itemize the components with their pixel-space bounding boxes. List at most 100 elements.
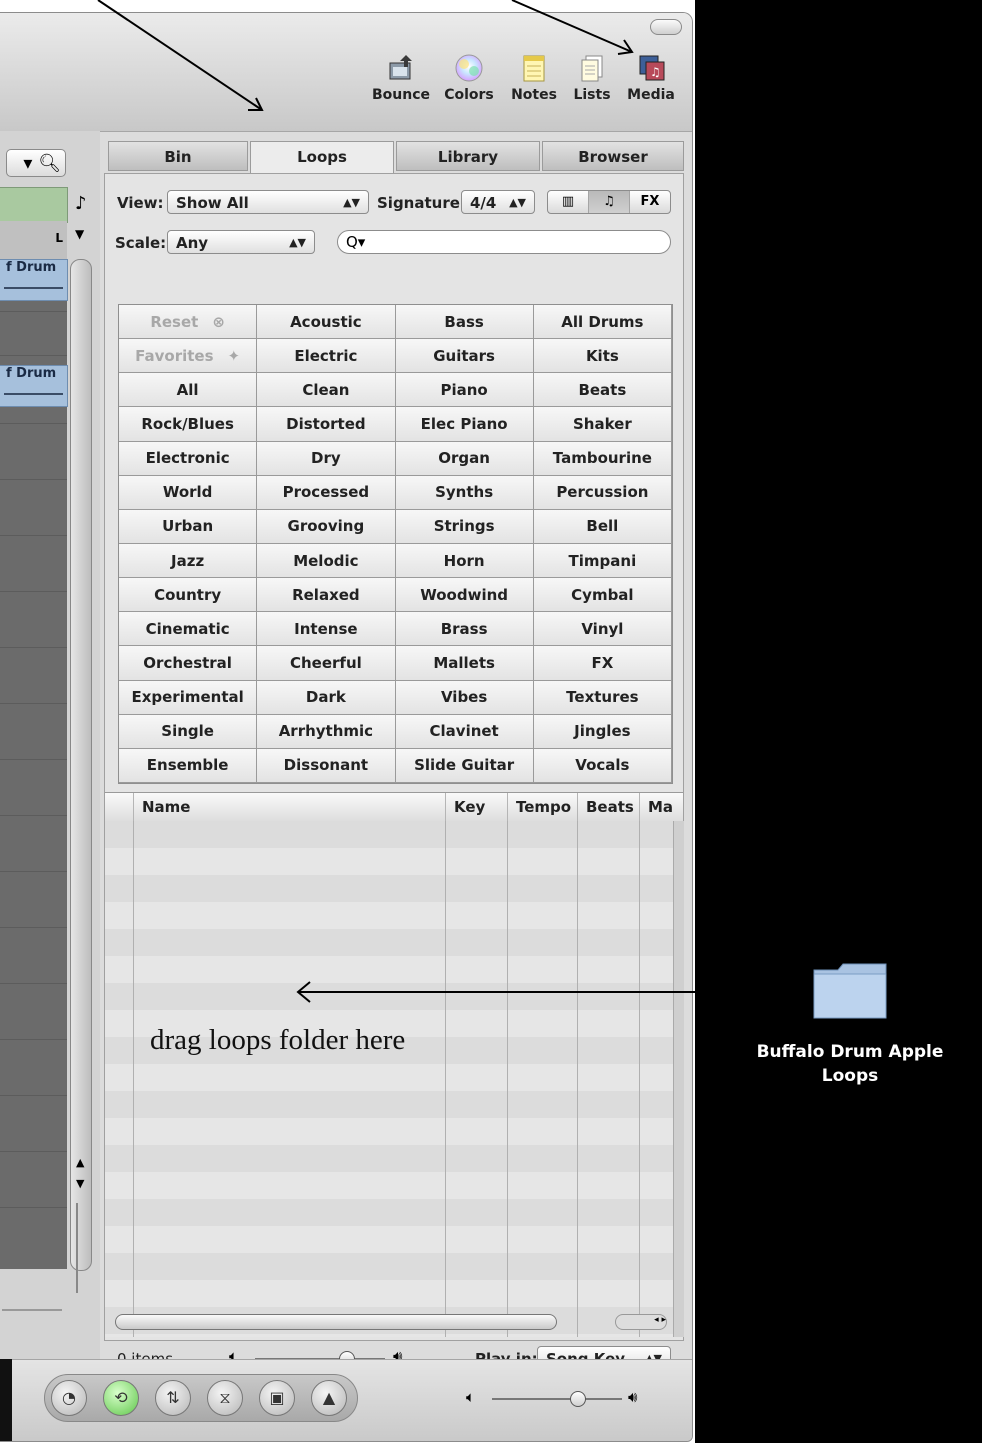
column-key[interactable]: Key xyxy=(445,793,507,821)
media-button[interactable]: ♫ Media xyxy=(622,53,680,119)
keyword-button[interactable]: Jingles xyxy=(533,714,672,749)
keyword-button[interactable]: Grooving xyxy=(257,509,396,544)
keyword-button[interactable]: Ensemble xyxy=(119,748,258,783)
notes-button[interactable]: Notes xyxy=(505,53,563,119)
folder-icon[interactable] xyxy=(812,962,888,1020)
keyword-button[interactable]: Cheerful xyxy=(257,646,396,681)
score-button[interactable]: ▣ xyxy=(259,1380,295,1416)
keyword-button[interactable]: Relaxed xyxy=(257,578,396,613)
keyword-button[interactable]: Electronic xyxy=(119,441,258,476)
bounce-button[interactable]: Bounce xyxy=(372,53,430,119)
keyword-button[interactable]: Beats xyxy=(533,373,672,408)
scroll-down-arrow-icon[interactable]: ▼ xyxy=(75,227,84,241)
keyword-button[interactable]: Guitars xyxy=(395,339,534,374)
tab-library[interactable]: Library xyxy=(396,141,540,171)
keyword-button[interactable]: All xyxy=(119,373,258,408)
list-vertical-scrollbar[interactable] xyxy=(673,821,684,1337)
scale-popup[interactable]: Any ▲▼ xyxy=(167,230,315,254)
scroll-arrows-icon[interactable]: ◂ ▸ xyxy=(615,1314,667,1330)
column-tempo[interactable]: Tempo xyxy=(507,793,577,821)
keyword-button[interactable]: Bass xyxy=(395,305,534,340)
loop-search-field[interactable]: Q▾ xyxy=(337,230,671,254)
keyword-button[interactable]: Dissonant xyxy=(257,748,396,783)
drum-region[interactable]: f Drum xyxy=(0,259,68,301)
scroll-up-arrow-icon[interactable]: ▲ xyxy=(76,1156,84,1169)
keyword-button[interactable]: Orchestral xyxy=(119,646,258,681)
track-lanes[interactable]: f Drum f Drum xyxy=(0,259,68,1269)
keyword-button[interactable]: Shaker xyxy=(533,407,672,442)
keyword-button[interactable]: Cymbal xyxy=(533,578,672,613)
fx-view-button[interactable]: FX xyxy=(630,191,670,213)
keyword-button[interactable]: Clean xyxy=(257,373,396,408)
column-match[interactable]: Ma xyxy=(639,793,683,821)
keyword-button[interactable]: Processed xyxy=(257,475,396,510)
keyword-button[interactable]: Horn xyxy=(395,543,534,579)
keyword-button[interactable]: Cinematic xyxy=(119,612,258,647)
keyword-button[interactable]: Urban xyxy=(119,509,258,544)
column-view-icon[interactable]: ▥ xyxy=(548,191,589,213)
keyword-button[interactable]: Single xyxy=(119,714,258,749)
master-volume-knob[interactable] xyxy=(570,1391,586,1407)
signature-popup[interactable]: 4/4 ▲▼ xyxy=(461,190,535,214)
keyword-button[interactable]: Dry xyxy=(257,441,396,476)
keyword-button[interactable]: Distorted xyxy=(257,407,396,442)
keyword-button[interactable]: Timpani xyxy=(533,543,672,579)
keyword-button[interactable]: Organ xyxy=(395,441,534,476)
metronome-dial-icon[interactable]: ◔ xyxy=(51,1380,87,1416)
tab-browser[interactable]: Browser xyxy=(542,141,684,171)
keyword-button[interactable]: Reset ⊗ xyxy=(119,305,258,340)
keyword-button[interactable]: Mallets xyxy=(395,646,534,681)
master-volume-slider[interactable] xyxy=(492,1398,622,1400)
keyword-button[interactable]: Clavinet xyxy=(395,714,534,749)
keyword-button[interactable]: Elec Piano xyxy=(395,407,534,442)
keyword-button[interactable]: Strings xyxy=(395,509,534,544)
tab-loops[interactable]: Loops xyxy=(250,141,394,175)
horizontal-zoom-slider[interactable] xyxy=(2,1309,62,1325)
keyword-button[interactable]: Electric xyxy=(257,339,396,374)
vertical-zoom-slider[interactable] xyxy=(76,1203,86,1293)
keyword-button[interactable]: Intense xyxy=(257,612,396,647)
colors-button[interactable]: Colors xyxy=(440,53,498,119)
timeline-ruler[interactable]: L xyxy=(0,221,67,259)
keyword-button[interactable]: Acoustic xyxy=(257,305,396,340)
timer-button[interactable]: ⧖ xyxy=(207,1380,243,1416)
keyword-button[interactable]: Vinyl xyxy=(533,612,672,647)
keyword-button[interactable]: Piano xyxy=(395,373,534,408)
lists-button[interactable]: Lists xyxy=(563,53,621,119)
mixer-button[interactable]: ⇅ xyxy=(155,1380,191,1416)
view-popup[interactable]: Show All ▲▼ xyxy=(167,190,369,214)
toolbar-toggle-button[interactable] xyxy=(650,19,682,35)
keyword-button[interactable]: Percussion xyxy=(533,475,672,510)
music-note-icon[interactable]: ♪ xyxy=(75,193,87,214)
keyword-button[interactable]: Textures xyxy=(533,680,672,715)
scroll-down-arrow-icon[interactable]: ▼ xyxy=(76,1177,84,1190)
loop-results-list[interactable] xyxy=(105,821,673,1337)
column-beats[interactable]: Beats xyxy=(577,793,639,821)
tuner-button[interactable]: ▲ xyxy=(311,1380,347,1416)
track-search-button[interactable]: ▾ 🔍︎ xyxy=(6,149,66,177)
keyword-button[interactable]: Slide Guitar xyxy=(395,748,534,783)
keyword-button[interactable]: Kits xyxy=(533,339,672,374)
keyword-button[interactable]: Jazz xyxy=(119,543,258,579)
cycle-button[interactable]: ⟲ xyxy=(103,1380,139,1416)
keyword-button[interactable]: Bell xyxy=(533,509,672,544)
keyword-button[interactable]: Synths xyxy=(395,475,534,510)
music-note-icon[interactable]: ♫ xyxy=(589,191,630,213)
keyword-button[interactable]: Arrhythmic xyxy=(257,714,396,749)
keyword-button[interactable]: Experimental xyxy=(119,680,258,715)
keyword-button[interactable]: Brass xyxy=(395,612,534,647)
keyword-button[interactable]: Rock/Blues xyxy=(119,407,258,442)
keyword-button[interactable]: All Drums xyxy=(533,305,672,340)
keyword-button[interactable]: Vocals xyxy=(533,748,672,783)
keyword-button[interactable]: FX xyxy=(533,646,672,681)
drum-region[interactable]: f Drum xyxy=(0,365,68,407)
keyword-button[interactable]: Woodwind xyxy=(395,578,534,613)
keyword-button[interactable]: Dark xyxy=(257,680,396,715)
keyword-button[interactable]: Country xyxy=(119,578,258,613)
keyword-button[interactable]: Favorites ✦ xyxy=(119,339,258,374)
keyword-button[interactable]: Tambourine xyxy=(533,441,672,476)
tab-bin[interactable]: Bin xyxy=(108,141,248,171)
folder-label[interactable]: Buffalo Drum Apple Loops xyxy=(737,1040,963,1088)
column-name[interactable]: Name xyxy=(133,793,445,821)
list-horizontal-scroller[interactable] xyxy=(115,1314,557,1330)
